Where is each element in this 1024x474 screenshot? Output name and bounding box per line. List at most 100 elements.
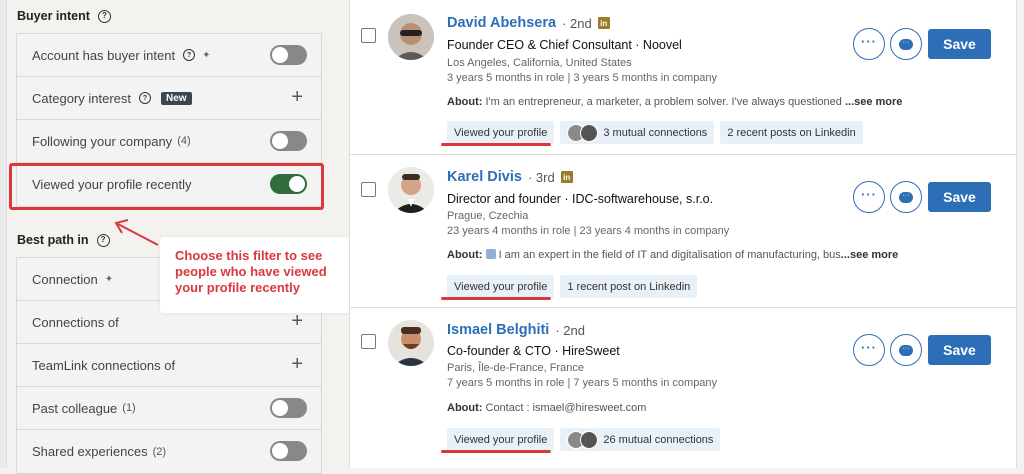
pin-icon[interactable]: ✦ <box>105 274 113 285</box>
message-button[interactable]: ··· <box>890 28 922 60</box>
more-dots-icon: ··· <box>861 186 877 202</box>
chip-label: 26 mutual connections <box>603 433 714 446</box>
recent-posts-chip[interactable]: 1 recent post on Linkedin <box>560 275 698 298</box>
about-label: About: <box>447 249 483 261</box>
connection-degree: · 2nd <box>555 322 585 338</box>
filter-past-colleague[interactable]: Past colleague (1) <box>17 387 321 430</box>
filter-count: (2) <box>152 445 167 458</box>
select-checkbox[interactable] <box>361 334 376 349</box>
see-more-link[interactable]: ...see more <box>845 96 902 108</box>
results-panel: David Abehsera · 2nd in Founder CEO & Ch… <box>349 0 1017 468</box>
message-icon: ··· <box>899 344 913 356</box>
past-colleague-toggle[interactable] <box>270 398 307 418</box>
highlight-underline <box>441 450 551 453</box>
connection-degree: · 2nd <box>562 15 592 31</box>
mutual-connections-chip[interactable]: 26 mutual connections <box>560 428 721 451</box>
pin-icon[interactable]: ✦ <box>202 50 210 61</box>
person-name-link[interactable]: Karel Divis <box>447 169 522 185</box>
about-snippet: About: I'm an entrepreneur, a marketer, … <box>447 96 917 108</box>
filter-category-interest[interactable]: Category interest ? New + <box>17 77 321 120</box>
new-badge: New <box>161 91 192 105</box>
buyer-intent-toggle[interactable] <box>270 45 307 65</box>
insight-chips: Viewed your profile 3 mutual connections… <box>447 121 863 144</box>
more-actions-button[interactable]: ··· <box>853 181 885 213</box>
filter-count: (4) <box>177 135 191 147</box>
name-line: Ismael Belghiti · 2nd <box>447 322 585 338</box>
viewed-profile-chip[interactable]: Viewed your profile <box>447 275 555 298</box>
chip-label: 1 recent post on Linkedin <box>567 280 691 293</box>
message-button[interactable]: ··· <box>890 334 922 366</box>
chip-label: 3 mutual connections <box>603 126 708 139</box>
location: Paris, Île-de-France, France <box>447 362 584 374</box>
more-actions-button[interactable]: ··· <box>853 334 885 366</box>
help-icon[interactable]: ? <box>97 9 111 23</box>
save-button[interactable]: Save <box>928 182 991 212</box>
mutual-avatars <box>567 430 599 449</box>
about-text: Contact : ismael@hiresweet.com <box>485 402 647 414</box>
lead-card: Ismael Belghiti · 2nd Co-founder & CTO ·… <box>350 308 1016 468</box>
tenure: 23 years 4 months in role | 23 years 4 m… <box>447 225 730 237</box>
filter-label: TeamLink connections of <box>32 357 176 373</box>
person-name-link[interactable]: David Abehsera <box>447 15 556 31</box>
mutual-avatars <box>567 123 599 142</box>
avatar[interactable] <box>388 14 434 60</box>
plus-icon[interactable]: + <box>291 311 303 331</box>
viewed-profile-chip[interactable]: Viewed your profile <box>447 428 555 451</box>
filter-label: Category interest <box>32 90 131 106</box>
shared-experiences-toggle[interactable] <box>270 441 307 461</box>
location: Prague, Czechia <box>447 210 529 222</box>
mini-avatar <box>580 123 599 142</box>
select-checkbox[interactable] <box>361 182 376 197</box>
annotation-text: Choose this filter to see people who hav… <box>175 248 327 295</box>
mutual-connections-chip[interactable]: 3 mutual connections <box>560 121 715 144</box>
buyer-intent-title: Buyer intent ? <box>17 9 111 23</box>
chip-label: Viewed your profile <box>454 126 548 139</box>
emoji-icon <box>485 249 496 259</box>
headline: Co-founder & CTO · HireSweet <box>447 344 620 358</box>
filter-account-buyer-intent[interactable]: Account has buyer intent ? ✦ <box>17 34 321 77</box>
recent-posts-chip[interactable]: 2 recent posts on Linkedin <box>720 121 863 144</box>
linkedin-icon[interactable]: in <box>597 17 610 29</box>
about-label: About: <box>447 96 483 108</box>
avatar[interactable] <box>388 320 434 366</box>
lead-card: Karel Divis · 3rd in Director and founde… <box>350 155 1016 308</box>
help-icon[interactable]: ? <box>183 49 196 61</box>
following-company-toggle[interactable] <box>270 131 307 151</box>
save-button[interactable]: Save <box>928 335 991 365</box>
message-icon-dots: ··· <box>902 345 910 352</box>
more-actions-button[interactable]: ··· <box>853 28 885 60</box>
insight-chips: Viewed your profile 1 recent post on Lin… <box>447 275 698 298</box>
highlight-underline <box>441 143 551 146</box>
avatar[interactable] <box>388 167 434 213</box>
filter-label: Account has buyer intent <box>32 47 176 63</box>
message-button[interactable]: ··· <box>890 181 922 213</box>
save-button[interactable]: Save <box>928 29 991 59</box>
select-checkbox[interactable] <box>361 28 376 43</box>
person-name-link[interactable]: Ismael Belghiti <box>447 322 549 338</box>
message-icon-dots: ··· <box>902 39 910 46</box>
chip-label: Viewed your profile <box>454 280 548 293</box>
plus-icon[interactable]: + <box>291 87 303 107</box>
filter-shared-experiences[interactable]: Shared experiences (2) <box>17 430 321 473</box>
annotation-arrow-icon <box>114 219 159 246</box>
linkedin-icon[interactable]: in <box>560 171 573 183</box>
filter-following-company[interactable]: Following your company (4) <box>17 120 321 163</box>
location: Los Angeles, California, United States <box>447 57 632 69</box>
mini-avatar <box>580 430 599 449</box>
filter-teamlink-connections-of[interactable]: TeamLink connections of + <box>17 344 321 387</box>
about-snippet: About: Contact : ismael@hiresweet.com <box>447 402 917 414</box>
highlight-box <box>9 163 324 210</box>
help-icon[interactable]: ? <box>139 92 151 104</box>
plus-icon[interactable]: + <box>291 354 303 374</box>
see-more-link[interactable]: ...see more <box>841 249 898 261</box>
chip-label: Viewed your profile <box>454 433 548 446</box>
about-text: I'm an entrepreneur, a marketer, a probl… <box>485 96 845 108</box>
viewed-profile-chip[interactable]: Viewed your profile <box>447 121 555 144</box>
more-dots-icon: ··· <box>861 339 877 355</box>
name-line: David Abehsera · 2nd in <box>447 15 610 31</box>
message-icon: ··· <box>899 191 913 203</box>
filter-label: Connections of <box>32 314 119 330</box>
about-snippet: About: I am an expert in the field of IT… <box>447 249 917 261</box>
headline: Founder CEO & Chief Consultant · Noovel <box>447 38 682 52</box>
lead-card: David Abehsera · 2nd in Founder CEO & Ch… <box>350 0 1016 155</box>
